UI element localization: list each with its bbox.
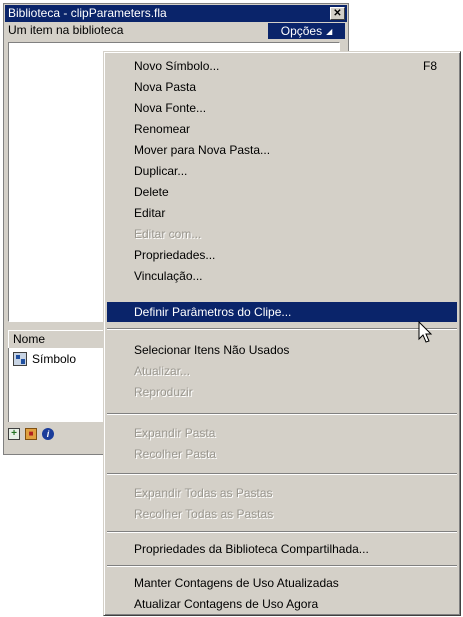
menu-item-update-use-counts-now[interactable]: Atualizar Contagens de Uso Agora — [107, 594, 457, 614]
menu-item-properties[interactable]: Propriedades... — [107, 245, 457, 265]
list-item-label: Símbolo — [32, 352, 77, 366]
column-header-label: Nome — [13, 332, 46, 346]
menu-item-expand-folder: Expandir Pasta — [134, 426, 216, 440]
menu-separator — [107, 413, 457, 415]
menu-item-new-folder[interactable]: Nova Pasta — [107, 77, 457, 97]
list-item[interactable]: Símbolo — [13, 350, 76, 368]
menu-item-edit[interactable]: Editar — [107, 203, 457, 223]
menu-item-duplicate[interactable]: Duplicar... — [107, 161, 457, 181]
title-bar[interactable]: Biblioteca - clipParameters.fla ✕ — [5, 5, 347, 22]
menu-item-select-unused-items[interactable]: Selecionar Itens Não Usados — [107, 340, 457, 360]
close-button[interactable]: ✕ — [330, 7, 345, 20]
window-title: Biblioteca - clipParameters.fla — [8, 6, 167, 20]
menu-item-collapse-folder: Recolher Pasta — [134, 447, 217, 461]
menu-item-rename[interactable]: Renomear — [107, 119, 457, 139]
menu-item-label: Novo Símbolo... — [134, 59, 220, 73]
new-folder-icon[interactable]: ■ — [25, 428, 37, 440]
menu-item-update: Atualizar... — [134, 364, 191, 378]
menu-item-define-clip-parameters[interactable]: Definir Parâmetros do Clipe... — [107, 302, 457, 322]
menu-item-expand-all-folders: Expandir Todas as Pastas — [134, 486, 273, 500]
library-options-menu: Novo Símbolo... F8 Nova Pasta Nova Fonte… — [103, 51, 461, 616]
options-label: Opções — [280, 24, 323, 38]
mouse-pointer-icon — [418, 321, 433, 343]
menu-item-new-font[interactable]: Nova Fonte... — [107, 98, 457, 118]
menu-separator — [107, 473, 457, 475]
menu-separator — [107, 531, 457, 533]
menu-separator — [107, 565, 457, 567]
triangle-down-icon: ◢ — [326, 26, 333, 36]
menu-separator — [107, 328, 457, 330]
menu-item-edit-with: Editar com... — [134, 227, 202, 241]
item-count-label: Um item na biblioteca — [8, 23, 124, 37]
movie-clip-icon — [13, 352, 27, 366]
menu-item-shortcut: F8 — [422, 59, 437, 73]
options-menu-button[interactable]: Opções ◢ — [268, 23, 345, 39]
menu-item-move-to-new-folder[interactable]: Mover para Nova Pasta... — [107, 140, 457, 160]
menu-item-new-symbol[interactable]: Novo Símbolo... F8 — [107, 56, 457, 76]
menu-item-delete[interactable]: Delete — [107, 182, 457, 202]
library-info-bar: Um item na biblioteca Opções ◢ — [5, 22, 347, 40]
library-bottom-toolbar: + ■ i — [8, 424, 54, 444]
menu-item-linkage[interactable]: Vinculação... — [107, 266, 457, 286]
menu-item-collapse-all-folders: Recolher Todas as Pastas — [134, 507, 274, 521]
properties-icon[interactable]: i — [42, 428, 54, 440]
menu-item-shared-library-properties[interactable]: Propriedades da Biblioteca Compartilhada… — [107, 539, 457, 559]
new-symbol-icon[interactable]: + — [8, 428, 20, 440]
menu-item-play: Reproduzir — [134, 385, 193, 399]
menu-item-keep-use-counts-updated[interactable]: Manter Contagens de Uso Atualizadas — [107, 573, 457, 593]
